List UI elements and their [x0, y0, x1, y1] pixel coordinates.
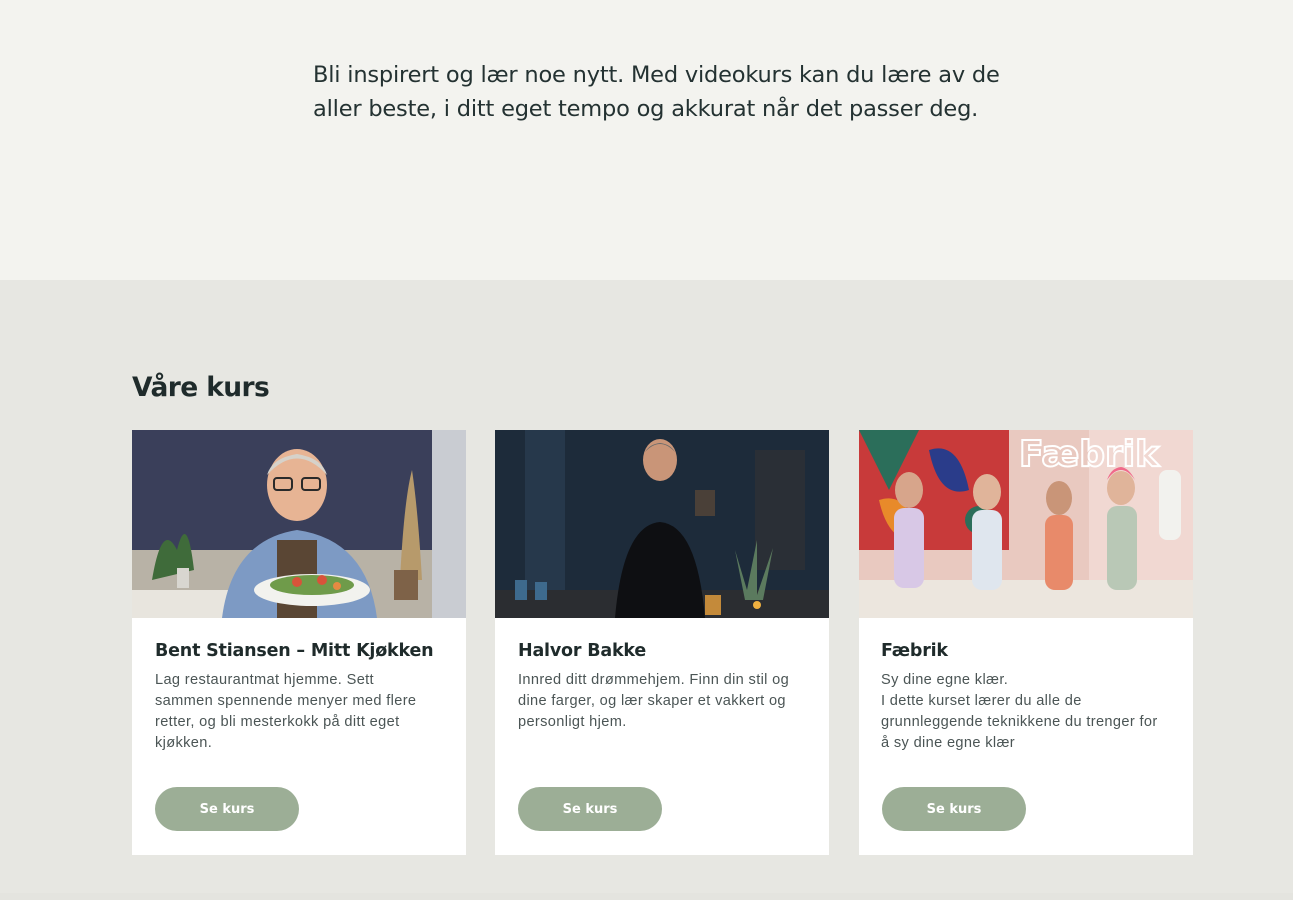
course-description-line: å sy dine egne klær: [881, 735, 1016, 751]
course-description: Sy dine egne klær. I dette kurset lærer …: [881, 670, 1173, 754]
course-description-line: I dette kurset lærer du alle de: [881, 693, 1082, 709]
hero-intro-line-2: aller beste, i ditt eget tempo og akkura…: [313, 96, 979, 122]
course-description-line: sammen spennende menyer med flere: [155, 693, 417, 709]
course-description-line: Lag restaurantmat hjemme. Sett: [155, 672, 374, 688]
see-course-button[interactable]: Se kurs: [155, 787, 299, 831]
course-description-line: personligt hjem.: [518, 714, 627, 730]
course-description: Innred ditt drømmehjem. Finn din stil og…: [518, 670, 810, 733]
hero-intro-text: Bli inspirert og lær noe nytt. Med video…: [313, 58, 1013, 126]
course-description-line: dine farger, og lær skaper et vakkert og: [518, 693, 786, 709]
course-description-line: Innred ditt drømmehjem. Finn din stil og: [518, 672, 790, 688]
hero-intro-line-1: Bli inspirert og lær noe nytt. Med video…: [313, 62, 1000, 88]
hero-section: Bli inspirert og lær noe nytt. Med video…: [0, 0, 1293, 280]
chef-holding-salad-image: [132, 430, 466, 618]
section-divider: [0, 893, 1293, 900]
course-description-line: kjøkken.: [155, 735, 213, 751]
sewing-studio-group-image: Fæbrik: [859, 430, 1193, 618]
course-title[interactable]: Halvor Bakke: [518, 641, 646, 661]
neon-sign-text: Fæbrik: [1019, 434, 1160, 475]
course-description-line: retter, og bli mesterkokk på ditt eget: [155, 714, 400, 730]
courses-section-title: Våre kurs: [132, 372, 270, 403]
see-course-button[interactable]: Se kurs: [882, 787, 1026, 831]
course-title[interactable]: Bent Stiansen – Mitt Kjøkken: [155, 641, 434, 661]
course-description: Lag restaurantmat hjemme. Sett sammen sp…: [155, 670, 447, 754]
see-course-button[interactable]: Se kurs: [518, 787, 662, 831]
course-title[interactable]: Fæbrik: [881, 641, 948, 661]
course-description-line: grunnleggende teknikkene du trenger for: [881, 714, 1158, 730]
interior-designer-image: [495, 430, 829, 618]
course-description-line: Sy dine egne klær.: [881, 672, 1009, 688]
